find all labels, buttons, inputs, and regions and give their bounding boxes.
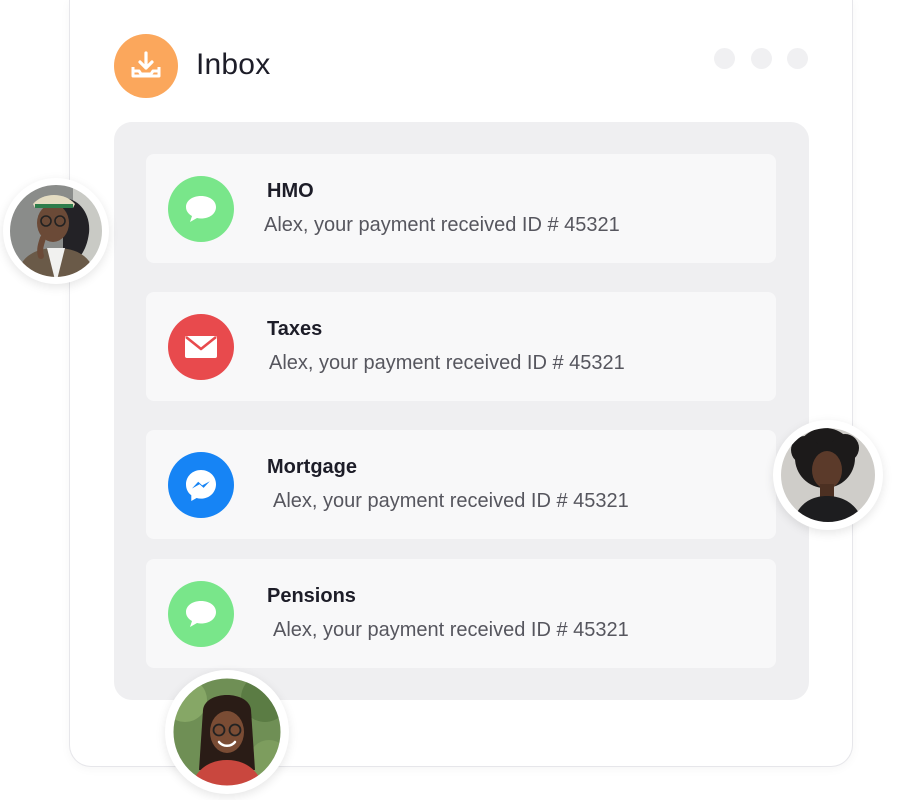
message-title: Pensions [267,585,356,607]
window-control-dot[interactable] [787,48,808,69]
avatar[interactable] [165,670,289,794]
message-text: Alex, your payment received ID # 45321 [264,214,620,236]
message-card-taxes[interactable]: Taxes Alex, your payment received ID # 4… [146,292,776,401]
mail-envelope-icon [168,314,234,380]
message-text: Alex, your payment received ID # 45321 [273,619,629,641]
message-title: Mortgage [267,456,357,478]
messenger-icon [168,452,234,518]
avatar[interactable] [773,420,883,530]
inbox-download-icon [114,34,178,98]
message-text: Alex, your payment received ID # 45321 [269,352,625,374]
message-card-pensions[interactable]: Pensions Alex, your payment received ID … [146,559,776,668]
page-title: Inbox [196,48,271,81]
message-title: HMO [267,180,314,202]
avatar[interactable] [3,178,109,284]
window-control-dot[interactable] [751,48,772,69]
chat-bubble-icon [168,176,234,242]
message-title: Taxes [267,318,323,340]
window-control-dot[interactable] [714,48,735,69]
chat-bubble-icon [168,581,234,647]
message-text: Alex, your payment received ID # 45321 [273,490,629,512]
message-card-hmo[interactable]: HMO Alex, your payment received ID # 453… [146,154,776,263]
message-card-mortgage[interactable]: Mortgage Alex, your payment received ID … [146,430,776,539]
